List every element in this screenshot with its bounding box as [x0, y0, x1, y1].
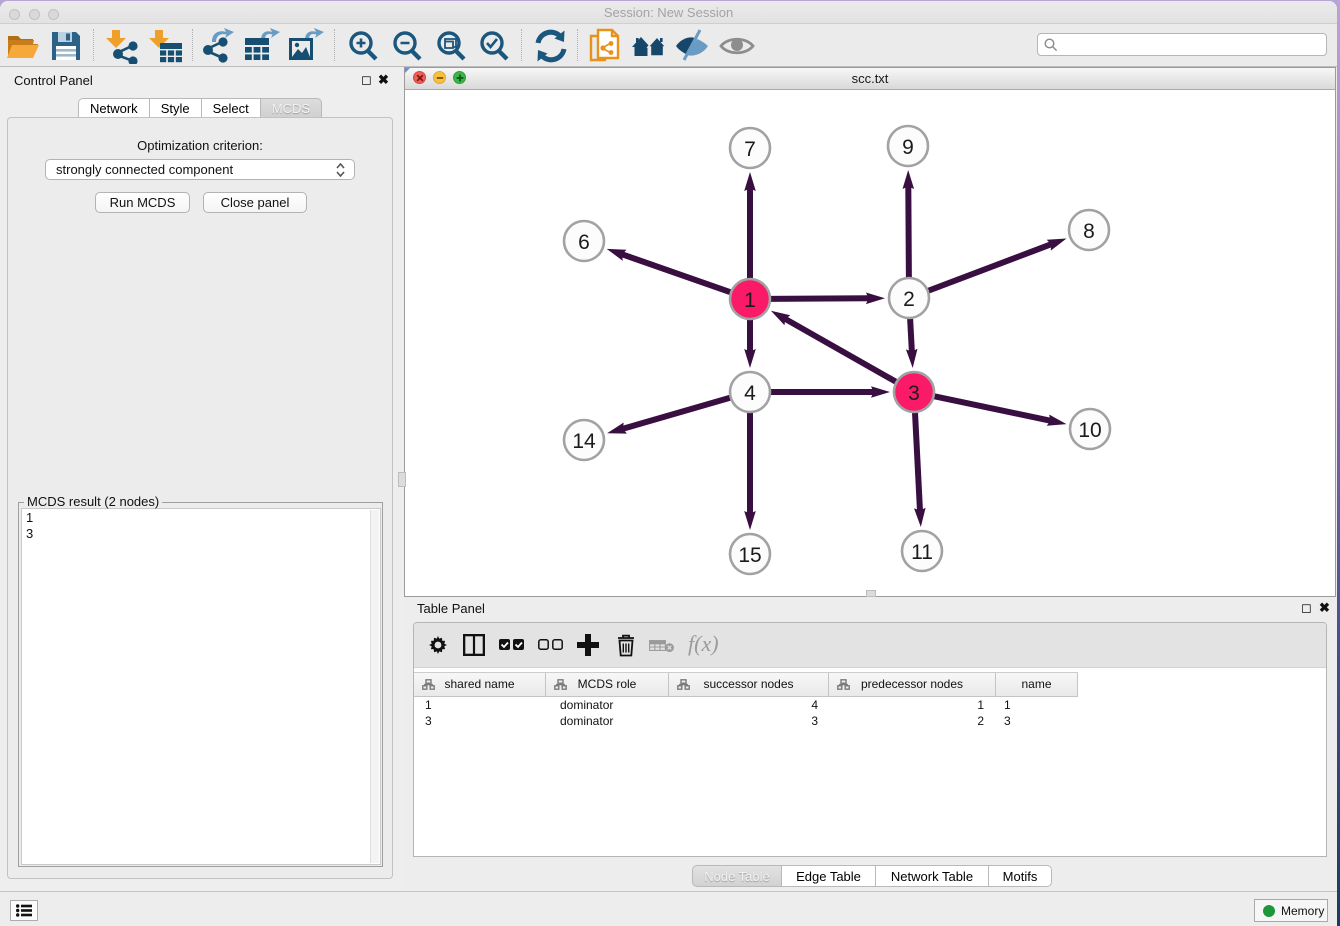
svg-text:14: 14 — [572, 430, 596, 453]
svg-text:11: 11 — [911, 541, 933, 564]
svg-text:1: 1 — [744, 289, 756, 312]
svg-text:3: 3 — [908, 382, 920, 405]
svg-text:7: 7 — [744, 138, 756, 161]
svg-text:4: 4 — [744, 382, 756, 405]
svg-text:8: 8 — [1083, 220, 1095, 243]
svg-text:10: 10 — [1078, 419, 1101, 442]
svg-text:15: 15 — [738, 544, 761, 567]
svg-text:9: 9 — [902, 136, 914, 159]
svg-text:2: 2 — [903, 288, 915, 311]
svg-text:6: 6 — [578, 231, 590, 254]
